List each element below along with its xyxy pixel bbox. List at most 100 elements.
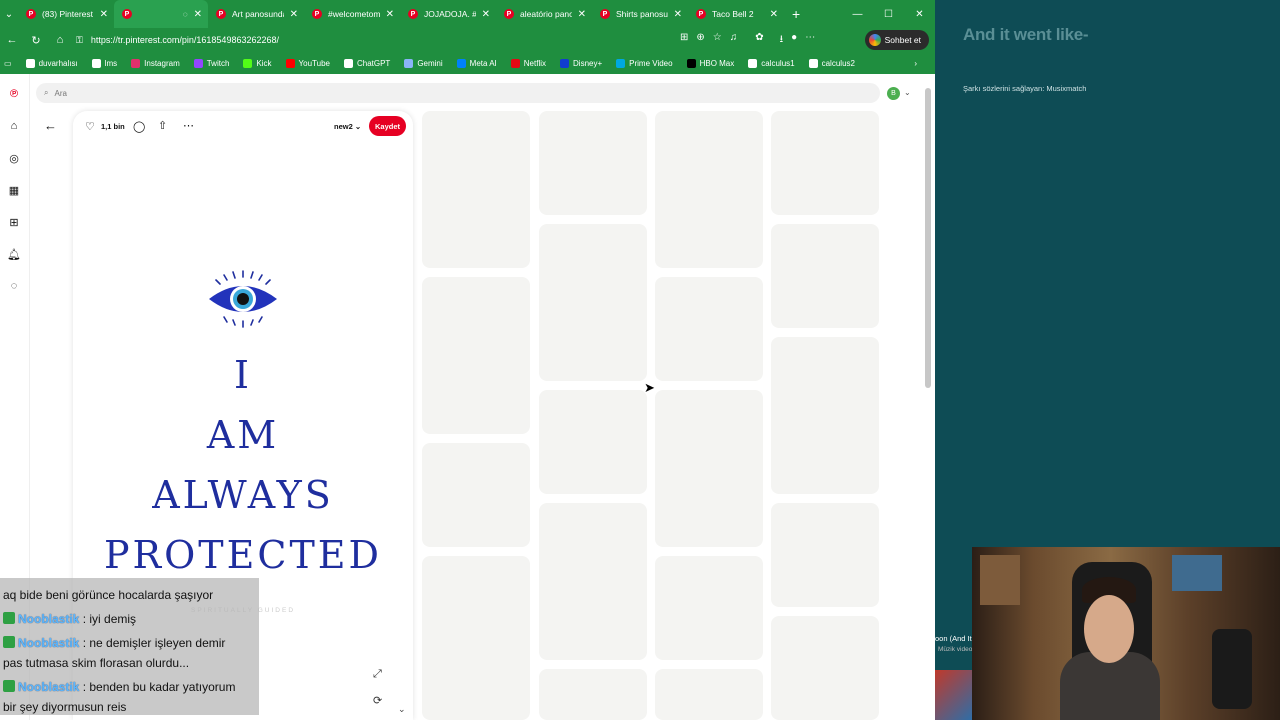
app-available-icon[interactable]: ⊞ xyxy=(680,32,688,49)
bookmark-item[interactable]: Prime Video xyxy=(609,58,679,68)
bookmark-label: Twitch xyxy=(206,58,230,68)
tab-welcometomiami[interactable]: P #welcometomiami ✕ xyxy=(304,0,400,28)
pin-placeholder[interactable] xyxy=(771,616,879,720)
close-icon[interactable]: ✕ xyxy=(386,9,394,20)
back-arrow-icon[interactable]: ← xyxy=(44,118,57,133)
close-icon[interactable]: ✕ xyxy=(482,9,490,20)
pin-placeholder[interactable] xyxy=(655,390,763,547)
scrollbar-thumb[interactable] xyxy=(925,88,931,388)
more-icon[interactable]: ⋯ xyxy=(805,32,815,49)
pin-placeholder[interactable] xyxy=(422,556,530,720)
pinterest-icon: P xyxy=(408,9,418,19)
refresh-icon[interactable]: ↻ xyxy=(24,34,48,47)
search-input[interactable]: ⌕ Ara xyxy=(36,83,880,103)
favorite-star-icon[interactable]: ☆ xyxy=(713,32,722,49)
pin-placeholder[interactable] xyxy=(539,224,647,381)
pin-placeholder[interactable] xyxy=(422,111,530,268)
pin-placeholder[interactable] xyxy=(422,443,530,547)
bookmark-item[interactable]: HBO Max xyxy=(680,58,742,68)
notification-icon[interactable]: ♫ xyxy=(730,32,738,49)
close-window-icon[interactable]: ✕ xyxy=(904,0,935,28)
chevron-down-icon[interactable]: ⌄ xyxy=(398,704,406,715)
explore-icon[interactable]: ◎ xyxy=(7,151,21,165)
board-select[interactable]: new2 ⌄ xyxy=(334,122,361,131)
expand-icon[interactable]: ⤢ xyxy=(373,668,382,681)
share-icon[interactable]: ⇧ xyxy=(158,119,167,132)
more-options-icon[interactable]: ⋯ xyxy=(183,119,194,132)
tab-pinterest-home[interactable]: P (83) Pinterest ✕ xyxy=(18,0,114,28)
bookmark-item[interactable]: Instagram xyxy=(124,58,187,68)
new-tab-button[interactable]: + xyxy=(784,6,808,22)
bookmark-favicon-icon xyxy=(243,58,253,68)
tab-current-pin[interactable]: P ◌ ✕ xyxy=(114,0,208,28)
extensions-icon[interactable]: ✿ xyxy=(755,32,763,49)
close-icon[interactable]: ✕ xyxy=(578,9,586,20)
more-bookmarks-icon[interactable]: › xyxy=(907,59,935,68)
save-button[interactable]: Kaydet xyxy=(369,116,406,136)
bookmark-item[interactable]: Kick xyxy=(236,58,278,68)
url-field[interactable]: ⚿ https://tr.pinterest.com/pin/161854986… xyxy=(76,30,676,50)
avatar[interactable]: B xyxy=(887,87,900,100)
pin-placeholder[interactable] xyxy=(771,337,879,494)
close-icon[interactable]: ✕ xyxy=(100,9,108,20)
bookmark-item[interactable]: duvarhalısı xyxy=(19,58,85,68)
bookmark-item[interactable]: ChatGPT xyxy=(337,58,397,68)
bookmark-item[interactable]: Gemini xyxy=(397,58,449,68)
close-icon[interactable]: ✕ xyxy=(290,9,298,20)
page-scrollbar[interactable] xyxy=(921,80,935,720)
sidebar-toggle-icon[interactable]: ▭ xyxy=(0,59,19,68)
maximize-icon[interactable]: ☐ xyxy=(873,0,904,28)
visual-search-icon[interactable]: ⟳ xyxy=(373,694,382,707)
pin-placeholder[interactable] xyxy=(771,503,879,607)
bookmark-item[interactable]: calculus2 xyxy=(802,58,862,68)
tab-aleatorio[interactable]: P aleatório panos ✕ xyxy=(496,0,592,28)
pin-placeholder[interactable] xyxy=(655,111,763,268)
boards-icon[interactable]: ▦ xyxy=(7,183,21,197)
tab-art-board[interactable]: P Art panosundaki ✕ xyxy=(208,0,304,28)
home-icon[interactable]: ⌂ xyxy=(48,34,72,46)
pin-placeholder[interactable] xyxy=(771,224,879,328)
pin-placeholder[interactable] xyxy=(655,556,763,660)
bookmark-item[interactable]: Twitch xyxy=(187,58,237,68)
create-icon[interactable]: ⊞ xyxy=(7,215,21,229)
bookmark-item[interactable]: Disney+ xyxy=(553,58,609,68)
chat-message: aq bide beni görünce hocalarda şaşıyor xyxy=(3,588,213,602)
chat-message: bir şey diyormusun reis xyxy=(3,700,126,714)
profile-icon[interactable]: ● xyxy=(791,32,797,49)
tab-menu-icon[interactable]: ⌄ xyxy=(0,0,18,28)
pinterest-logo-icon[interactable]: ℗ xyxy=(7,87,21,101)
close-icon[interactable]: ✕ xyxy=(674,9,682,20)
notifications-icon[interactable]: 🔔︎ xyxy=(7,247,21,261)
messages-icon[interactable]: ◌ xyxy=(7,279,21,293)
pin-placeholder[interactable] xyxy=(655,277,763,381)
zoom-icon[interactable]: ⊕ xyxy=(696,32,704,49)
downloads-icon[interactable]: ⭳ xyxy=(780,32,784,49)
pin-placeholder[interactable] xyxy=(539,111,647,215)
tab-jojadoja[interactable]: P JOJADOJA. #joji ✕ xyxy=(400,0,496,28)
copilot-button[interactable]: Sohbet et xyxy=(864,30,929,50)
close-icon[interactable]: ✕ xyxy=(194,9,202,20)
pin-placeholder[interactable] xyxy=(539,390,647,494)
pin-placeholder[interactable] xyxy=(655,669,763,720)
pin-placeholder[interactable] xyxy=(771,111,879,215)
bookmark-item[interactable]: Netflix xyxy=(504,58,553,68)
bookmark-item[interactable]: calculus1 xyxy=(741,58,801,68)
pin-placeholder[interactable] xyxy=(539,503,647,660)
tab-tacobell[interactable]: P Taco Bell 2 ✕ xyxy=(688,0,784,28)
chevron-down-icon[interactable]: ⌄ xyxy=(904,88,911,97)
minimize-icon[interactable]: — xyxy=(842,0,873,28)
heart-icon[interactable]: ♡ xyxy=(85,120,95,133)
tab-shirts[interactable]: P Shirts panosunda ✕ xyxy=(592,0,688,28)
home-nav-icon[interactable]: ⌂ xyxy=(7,119,21,133)
back-icon[interactable]: ← xyxy=(0,34,24,46)
bookmark-item[interactable]: lms xyxy=(85,58,124,68)
close-icon[interactable]: ✕ xyxy=(770,9,778,20)
pin-placeholder[interactable] xyxy=(422,277,530,434)
pin-placeholder[interactable] xyxy=(539,669,647,720)
bookmark-item[interactable]: Meta AI xyxy=(450,58,504,68)
bookmark-label: YouTube xyxy=(298,58,330,68)
site-info-icon[interactable]: ⚿ xyxy=(76,35,83,46)
bookmark-item[interactable]: YouTube xyxy=(279,58,337,68)
comment-icon[interactable]: ◯ xyxy=(133,120,145,133)
pinterest-icon: P xyxy=(696,9,706,19)
